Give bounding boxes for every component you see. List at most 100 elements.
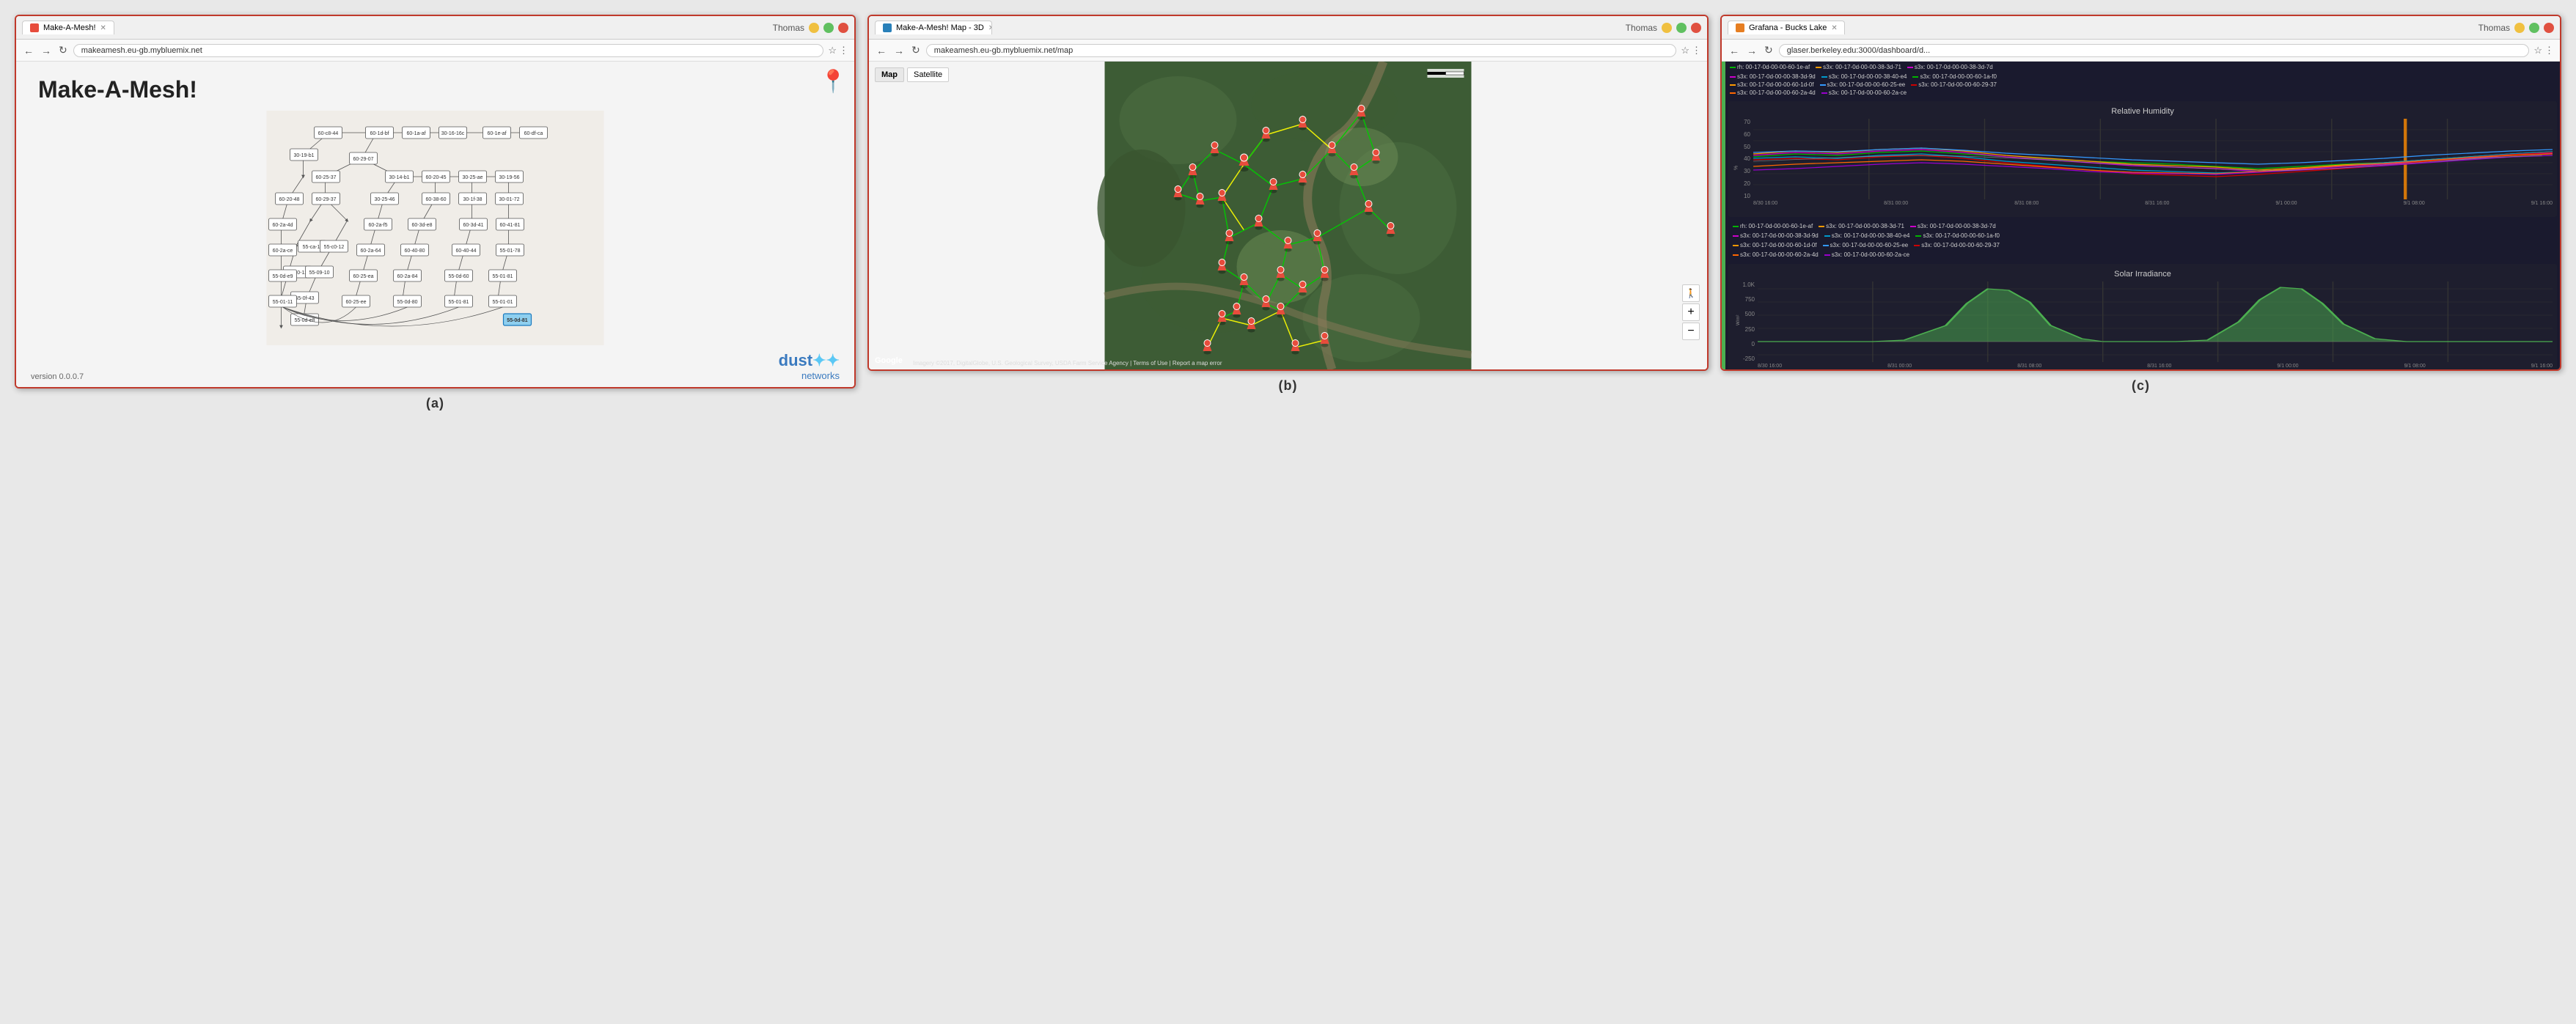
legend-mid-dot-8 xyxy=(1914,245,1920,246)
reload-btn-b[interactable]: ↻ xyxy=(910,44,922,56)
version-text: version 0.0.0.7 xyxy=(31,372,84,381)
tab-close-a[interactable]: ✕ xyxy=(100,24,106,32)
legend-label-10: s3x: 00-17-0d-00-00-60-2a-ce xyxy=(1829,89,1907,96)
humidity-svg xyxy=(1753,119,2553,199)
zoom-plus-btn[interactable]: + xyxy=(1682,303,1700,321)
tab-icon-a xyxy=(30,23,39,32)
x-solar-2: 8/31 08:00 xyxy=(2017,364,2041,369)
title-bar-b: Make-A-Mesh! Map - 3D ✕ Thomas xyxy=(869,16,1707,40)
svg-text:60-2a-f5: 60-2a-f5 xyxy=(368,223,387,228)
panel-c: Grafana - Bucks Lake ✕ Thomas ← → ↻ glas… xyxy=(1720,15,2561,394)
tab-close-b[interactable]: ✕ xyxy=(988,24,992,32)
legend-dot-2 xyxy=(1907,67,1913,68)
back-btn-b[interactable]: ← xyxy=(875,45,888,56)
maximize-btn-a[interactable] xyxy=(823,23,834,33)
svg-text:30-1f-38: 30-1f-38 xyxy=(463,197,482,202)
y-label-40: 40 xyxy=(1744,155,1750,162)
settings-icon-c[interactable]: ⋮ xyxy=(2544,45,2554,56)
tab-c[interactable]: Grafana - Bucks Lake ✕ xyxy=(1728,21,1845,34)
forward-btn-b[interactable]: → xyxy=(892,45,906,56)
tab-b[interactable]: Make-A-Mesh! Map - 3D ✕ xyxy=(875,21,992,34)
legend-mid-row1: rh: 00-17-0d-00-00-60-1e-af s3x: 00-17-0… xyxy=(1730,221,2555,231)
y-label-20: 20 xyxy=(1744,180,1750,187)
y-label-50: 50 xyxy=(1744,144,1750,150)
close-btn-b[interactable] xyxy=(1691,23,1701,33)
svg-text:55-0d-80: 55-0d-80 xyxy=(397,300,417,305)
back-btn-c[interactable]: ← xyxy=(1728,45,1741,56)
legend-dot-7 xyxy=(1820,84,1826,86)
address-bar-c: ← → ↻ glaser.berkeley.edu:3000/dashboard… xyxy=(1722,40,2560,62)
forward-btn-a[interactable]: → xyxy=(40,45,53,56)
svg-text:60-3d-41: 60-3d-41 xyxy=(463,223,483,228)
legend-item-0: rh: 00-17-0d-00-00-60-1e-af xyxy=(1730,64,1810,70)
tab-close-c[interactable]: ✕ xyxy=(1831,24,1837,32)
y-label-30: 30 xyxy=(1744,168,1750,174)
bookmark-icon-b[interactable]: ☆ xyxy=(1681,45,1689,56)
close-btn-c[interactable] xyxy=(2544,23,2554,33)
settings-icon-a[interactable]: ⋮ xyxy=(839,45,848,56)
legend-item-3: s3x: 00-17-0d-00-00-38-3d-9d xyxy=(1730,73,1816,80)
mesh-footer: version 0.0.0.7 dust✦✦ networks xyxy=(16,345,854,387)
mesh-main-title: Make-A-Mesh! xyxy=(16,62,854,111)
url-box-a[interactable]: makeamesh.eu-gb.mybluemix.net xyxy=(73,44,824,57)
legend-mid-row3: s3x: 00-17-0d-00-00-60-1d-0f s3x: 00-17-… xyxy=(1730,240,2555,250)
chart-solar-title: Solar Irradiance xyxy=(1733,270,2553,279)
legend-mid-item-2: s3x: 00-17-0d-00-00-38-3d-7d xyxy=(1910,223,1996,229)
y-label-60: 60 xyxy=(1744,131,1750,138)
map-btn-map[interactable]: Map xyxy=(875,67,904,82)
legend-mid-dot-5 xyxy=(1915,235,1921,237)
bookmark-icon-a[interactable]: ☆ xyxy=(828,45,837,56)
maximize-btn-c[interactable] xyxy=(2529,23,2539,33)
url-box-c[interactable]: glaser.berkeley.edu:3000/dashboard/d... xyxy=(1779,44,2530,57)
legend-mid-item-9: s3x: 00-17-0d-00-00-60-2a-4d xyxy=(1733,251,1819,258)
legend-dot-9 xyxy=(1730,92,1736,94)
tab-a[interactable]: Make-A-Mesh! ✕ xyxy=(22,21,114,34)
minimize-btn-c[interactable] xyxy=(2514,23,2525,33)
x-label-3: 8/31 16:00 xyxy=(2145,201,2169,214)
svg-text:55-01-78: 55-01-78 xyxy=(499,248,520,254)
map-btn-satellite[interactable]: Satellite xyxy=(907,67,949,82)
minimize-btn-b[interactable] xyxy=(1662,23,1672,33)
zoom-pegman[interactable]: 🚶 xyxy=(1682,284,1700,302)
legend-mid-label-3: s3x: 00-17-0d-00-00-38-3d-9d xyxy=(1740,232,1819,239)
browser-content-a: 📍 Make-A-Mesh! xyxy=(16,62,854,387)
legend-dot-4 xyxy=(1821,76,1827,78)
reload-btn-a[interactable]: ↻ xyxy=(57,44,69,56)
legend-label-6: s3x: 00-17-0d-00-00-60-1d-0f xyxy=(1737,81,1814,88)
legend-mid-label-2: s3x: 00-17-0d-00-00-38-3d-7d xyxy=(1918,223,1996,229)
title-bar-right-b: Thomas xyxy=(1626,23,1701,33)
solar-svg xyxy=(1758,281,2553,362)
svg-text:55-09-10: 55-09-10 xyxy=(309,270,329,276)
legend-dot-6 xyxy=(1730,84,1736,86)
y-solar-500: 500 xyxy=(1745,311,1755,317)
back-btn-a[interactable]: ← xyxy=(22,45,35,56)
zoom-minus-btn[interactable]: − xyxy=(1682,323,1700,340)
x-solar-4: 9/1 00:00 xyxy=(2277,364,2298,369)
svg-text:60-3d-e8: 60-3d-e8 xyxy=(411,223,432,228)
forward-btn-c[interactable]: → xyxy=(1745,45,1758,56)
grafana-legend-top-3: s3x: 00-17-0d-00-00-60-1d-0f s3x: 00-17-… xyxy=(1725,81,2560,89)
close-btn-a[interactable] xyxy=(838,23,848,33)
grafana-legend-mid: rh: 00-17-0d-00-00-60-1e-af s3x: 00-17-0… xyxy=(1725,220,2560,261)
caption-a: (a) xyxy=(426,396,444,411)
legend-mid-row4: s3x: 00-17-0d-00-00-60-2a-4d s3x: 00-17-… xyxy=(1730,250,2555,259)
svg-text:60-1e-af: 60-1e-af xyxy=(487,131,506,136)
svg-text:60-25-ea: 60-25-ea xyxy=(353,274,373,279)
minimize-btn-a[interactable] xyxy=(809,23,819,33)
bookmark-icon-c[interactable]: ☆ xyxy=(2533,45,2542,56)
svg-text:60-20-48: 60-20-48 xyxy=(279,197,299,202)
legend-label-2: s3x: 00-17-0d-00-00-38-3d-7d xyxy=(1915,64,1993,70)
settings-icon-b[interactable]: ⋮ xyxy=(1692,45,1701,56)
svg-text:55-ca-1f: 55-ca-1f xyxy=(303,245,322,250)
svg-text:60-df-ca: 60-df-ca xyxy=(524,131,543,136)
reload-btn-c[interactable]: ↻ xyxy=(1763,44,1775,56)
legend-mid-item-7: s3x: 00-17-0d-00-00-60-25-ee xyxy=(1823,242,1909,248)
svg-text:60-20-45: 60-20-45 xyxy=(425,175,446,180)
svg-text:55-01-81: 55-01-81 xyxy=(492,274,513,279)
legend-mid-dot-10 xyxy=(1824,254,1830,256)
user-name-a: Thomas xyxy=(773,23,804,33)
svg-text:55-01-81: 55-01-81 xyxy=(448,300,469,305)
svg-text:30-19-56: 30-19-56 xyxy=(499,175,519,180)
url-box-b[interactable]: makeamesh.eu-gb.mybluemix.net/map xyxy=(926,44,1677,57)
maximize-btn-b[interactable] xyxy=(1676,23,1687,33)
